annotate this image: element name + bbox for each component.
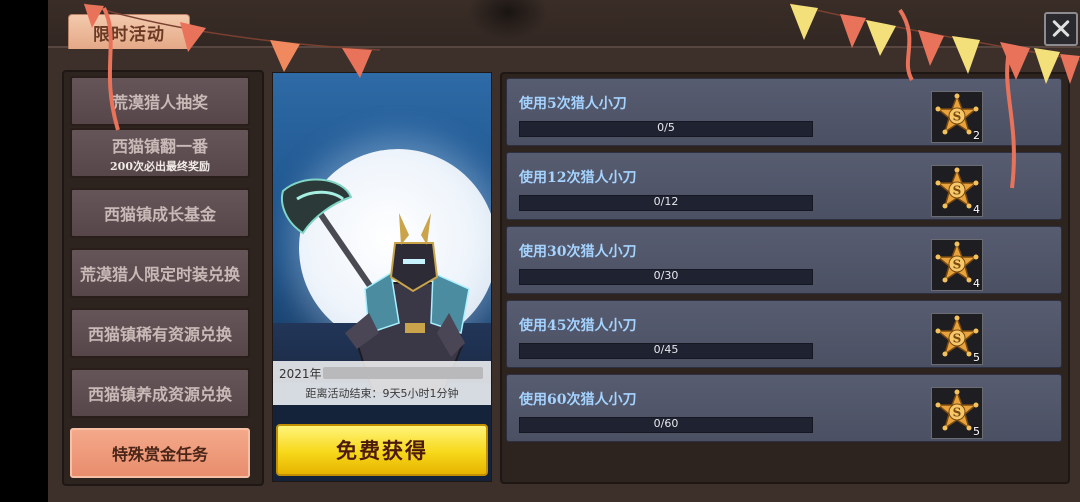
svg-text:S: S [953, 184, 962, 198]
event-year: 2021年 [279, 367, 322, 381]
reward-count: 5 [973, 425, 980, 438]
task-row: 使用5次猎人小刀 0/5 S 2 [506, 78, 1062, 146]
svg-text:S: S [953, 406, 962, 420]
task-row: 使用60次猎人小刀 0/60 S 5 [506, 374, 1062, 442]
sidebar-item-special-bounty[interactable]: 特殊赏金任务 [70, 428, 250, 478]
reward-count: 4 [973, 277, 980, 290]
task-progress-bar: 0/30 [519, 269, 813, 285]
sidebar-item-costume-exchange[interactable]: 荒漠猎人限定时装兑换 [70, 248, 250, 298]
sidebar-item-town-double[interactable]: 西猫镇翻一番 200次必出最终奖励 [70, 128, 250, 178]
task-progress-text: 0/30 [653, 269, 679, 282]
sidebar-item-label: 荒漠猎人限定时装兑换 [79, 265, 240, 284]
reward-count: 5 [973, 351, 980, 364]
task-title: 使用60次猎人小刀 [519, 392, 637, 408]
sidebar-item-desert-hunter-lottery[interactable]: 荒漠猎人抽奖 [70, 76, 250, 126]
svg-text:S: S [953, 332, 962, 346]
background-figure [468, 0, 548, 40]
close-icon[interactable] [1044, 12, 1078, 46]
task-row: 使用12次猎人小刀 0/12 S 4 [506, 152, 1062, 220]
reward-count: 2 [973, 129, 980, 142]
task-progress-text: 0/12 [653, 195, 679, 208]
sidebar-item-label: 西猫镇稀有资源兑换 [87, 325, 232, 344]
sidebar-item-label: 西猫镇成长基金 [103, 205, 216, 224]
task-progress-text: 0/45 [653, 343, 679, 356]
redacted-text [323, 367, 483, 379]
event-countdown: 距离活动结束：9天5小时1分钟 [305, 387, 459, 400]
sidebar-item-sublabel: 200次必出最终奖励 [110, 159, 210, 173]
sidebar-item-label: 西猫镇翻一番 [111, 136, 208, 156]
reward-count: 4 [973, 203, 980, 216]
sidebar-item-growth-fund[interactable]: 西猫镇成长基金 [70, 188, 250, 238]
reward-slot[interactable]: S 5 [931, 387, 983, 439]
task-progress-text: 0/5 [657, 121, 675, 134]
task-progress-bar: 0/12 [519, 195, 813, 211]
task-progress-bar: 0/5 [519, 121, 813, 137]
svg-text:S: S [953, 258, 962, 272]
task-title: 使用12次猎人小刀 [519, 170, 637, 186]
event-screen: 限时活动 荒漠猎人抽奖 西猫镇翻一番 200次必出最终奖励 西猫镇成长基金 荒漠… [48, 0, 1080, 502]
task-title: 使用5次猎人小刀 [519, 96, 627, 112]
task-progress-text: 0/60 [653, 417, 679, 430]
sidebar-item-label: 西猫镇养成资源兑换 [87, 385, 232, 404]
reward-slot[interactable]: S 5 [931, 313, 983, 365]
sidebar-item-label: 特殊赏金任务 [111, 445, 208, 464]
task-progress-bar: 0/45 [519, 343, 813, 359]
task-title: 使用45次猎人小刀 [519, 318, 637, 334]
task-title: 使用30次猎人小刀 [519, 244, 637, 260]
event-info-strip: 2021年 距离活动结束：9天5小时1分钟 [273, 361, 491, 405]
reward-slot[interactable]: S 4 [931, 165, 983, 217]
free-claim-button[interactable]: 免费获得 [276, 424, 488, 476]
svg-text:S: S [953, 110, 962, 124]
event-banner: 2021年 距离活动结束：9天5小时1分钟 [272, 72, 492, 482]
reward-slot[interactable]: S 2 [931, 91, 983, 143]
task-row: 使用45次猎人小刀 0/45 S 5 [506, 300, 1062, 368]
sidebar-item-training-exchange[interactable]: 西猫镇养成资源兑换 [70, 368, 250, 418]
tab-limited-event[interactable]: 限时活动 [68, 14, 190, 49]
sidebar-item-rare-exchange[interactable]: 西猫镇稀有资源兑换 [70, 308, 250, 358]
task-progress-bar: 0/60 [519, 417, 813, 433]
sidebar: 荒漠猎人抽奖 西猫镇翻一番 200次必出最终奖励 西猫镇成长基金 荒漠猎人限定时… [62, 70, 264, 486]
task-row: 使用30次猎人小刀 0/30 S 4 [506, 226, 1062, 294]
reward-slot[interactable]: S 4 [931, 239, 983, 291]
sidebar-item-label: 荒漠猎人抽奖 [111, 93, 208, 112]
task-list: 使用5次猎人小刀 0/5 S 2 使用12次猎人小刀 0/12 S 4 使用30… [500, 72, 1070, 484]
hunter-character-art [281, 178, 470, 393]
